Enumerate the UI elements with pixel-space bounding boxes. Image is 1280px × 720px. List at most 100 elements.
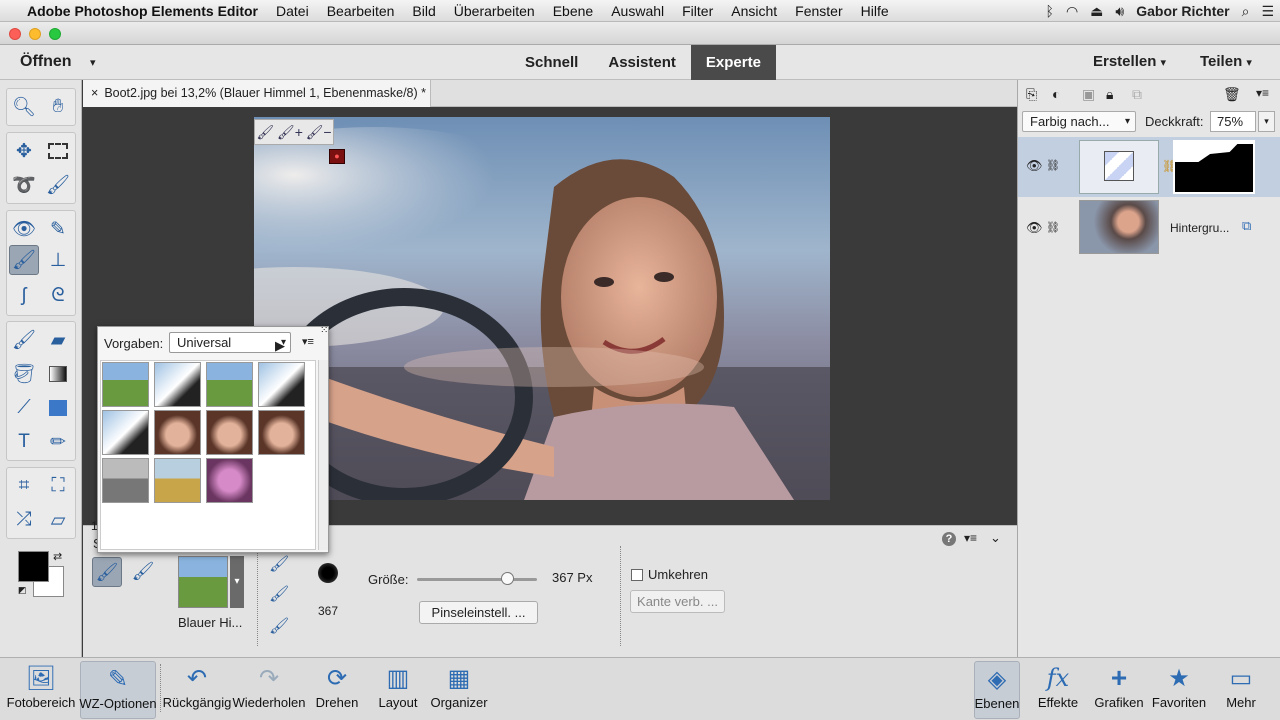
menu-ueberarbeiten[interactable]: Überarbeiten — [445, 3, 544, 19]
opacity-dropdown-icon[interactable]: ▾ — [1258, 111, 1275, 132]
brush-subtract-option-icon[interactable]: 🖌︎ — [269, 616, 289, 636]
adjustment-layer-icon[interactable]: ◐ — [1052, 86, 1060, 102]
bluetooth-icon[interactable]: ᛒ — [1040, 3, 1060, 19]
menu-auswahl[interactable]: Auswahl — [602, 3, 673, 19]
content-aware-move-tool-icon[interactable]: ⤮ — [9, 505, 39, 535]
detail-smart-brush-icon[interactable]: 🖌︎ — [128, 557, 158, 587]
lock-transparency-icon[interactable]: ⧉ — [1132, 86, 1142, 103]
hand-tool-icon[interactable]: ✋︎ — [43, 92, 73, 122]
brush-tip-preview[interactable] — [318, 563, 338, 583]
menu-hilfe[interactable]: Hilfe — [852, 3, 898, 19]
brush-subtract-icon[interactable]: 🖌︎− — [306, 124, 332, 141]
blur-tool-icon[interactable]: ʃ — [9, 281, 39, 311]
document-photo[interactable] — [254, 117, 830, 500]
preset-thumb-bw-tree[interactable] — [102, 458, 149, 503]
new-layer-icon[interactable]: ⎘ — [1026, 86, 1037, 103]
marquee-tool-icon[interactable] — [43, 136, 73, 166]
mode-tab-guided[interactable]: Assistent — [593, 45, 691, 80]
document-tab[interactable]: × Boot2.jpg bei 13,2% (Blauer Himmel 1, E… — [83, 80, 431, 107]
open-button[interactable]: Öffnen ▾ — [20, 53, 96, 71]
zoom-tool-icon[interactable]: 🔍︎ — [9, 92, 39, 122]
zoom-window-button[interactable] — [49, 28, 61, 40]
effects-button[interactable]: fx Effekte — [1034, 661, 1082, 719]
mode-tab-expert[interactable]: Experte — [690, 45, 776, 80]
photo-bin-button[interactable]: 🖼︎ Fotobereich — [6, 661, 76, 719]
shape-tool-icon[interactable] — [43, 393, 73, 423]
preset-dropdown-icon[interactable]: ▾ — [230, 556, 244, 608]
menu-filter[interactable]: Filter — [673, 3, 722, 19]
help-icon[interactable]: ? — [942, 532, 956, 546]
refine-edge-button[interactable]: Kante verb. ... — [630, 590, 725, 613]
menu-fenster[interactable]: Fenster — [786, 3, 851, 19]
size-slider-thumb[interactable] — [501, 572, 514, 585]
presets-select[interactable]: Universal ▾ — [169, 332, 291, 353]
layer-row-background[interactable]: 👁︎ ⛓︎ Hintergru... ⧉ — [1018, 197, 1280, 257]
preset-thumb-tree-field[interactable] — [102, 362, 149, 407]
straighten-tool-icon[interactable]: ▱ — [43, 505, 73, 535]
tool-options-button[interactable]: ✎ WZ-Optionen — [79, 661, 157, 719]
swap-colors-icon[interactable]: ⇄ — [53, 550, 62, 563]
invert-checkbox[interactable] — [631, 569, 643, 581]
move-tool-icon[interactable]: ✥ — [9, 136, 39, 166]
preset-thumb-woman[interactable] — [258, 410, 305, 455]
brush-new-icon[interactable]: 🖌︎ — [269, 554, 289, 574]
preset-thumb-wedding[interactable] — [154, 362, 201, 407]
organizer-button[interactable]: ▦ Organizer — [428, 661, 490, 719]
preset-thumb-woman[interactable] — [206, 410, 253, 455]
menu-bild[interactable]: Bild — [403, 3, 444, 19]
default-colors-icon[interactable]: ◩ — [18, 585, 27, 596]
resize-grip-icon[interactable]: ⁙ — [320, 325, 328, 336]
layer-row-adjustment[interactable]: 👁︎ ⛓︎ ⛓︎ — [1018, 137, 1280, 197]
app-menu[interactable]: Adobe Photoshop Elements Editor — [18, 3, 267, 19]
share-button[interactable]: Teilen ▾ — [1200, 53, 1252, 70]
presets-menu-icon[interactable]: ▾≡ — [302, 335, 314, 348]
gradient-tool-icon[interactable] — [43, 359, 73, 389]
eyedropper-tool-icon[interactable]: ⟋ — [9, 393, 39, 423]
menu-ansicht[interactable]: Ansicht — [722, 3, 786, 19]
eye-icon[interactable]: 👁︎ — [1026, 220, 1043, 236]
brush-settings-button[interactable]: Pinseleinstell. ... — [419, 601, 538, 624]
size-slider-track[interactable] — [417, 572, 537, 585]
rotate-button[interactable]: ⟳ Drehen — [310, 661, 364, 719]
layer-mask-icon[interactable]: ▣ — [1082, 86, 1095, 103]
spot-healing-tool-icon[interactable]: ✎ — [43, 214, 73, 244]
preset-thumb-woman[interactable] — [154, 410, 201, 455]
brush-icon[interactable]: 🖌︎ — [256, 124, 274, 141]
smart-brush-option-icon[interactable]: 🖌︎ — [92, 557, 122, 587]
type-tool-icon[interactable]: T — [9, 427, 39, 457]
menu-bearbeiten[interactable]: Bearbeiten — [318, 3, 404, 19]
opacity-input[interactable]: 75% — [1210, 111, 1256, 132]
crop-tool-icon[interactable]: ⌗ — [9, 471, 39, 501]
eye-icon[interactable]: 👁︎ — [1026, 158, 1043, 174]
more-button[interactable]: ▭ Mehr — [1218, 661, 1264, 719]
favorites-button[interactable]: ★ Favoriten — [1150, 661, 1208, 719]
notification-icon[interactable]: ☰ — [1255, 3, 1280, 20]
preset-thumbnail[interactable] — [178, 556, 228, 608]
layers-button[interactable]: ◈ Ebenen — [974, 661, 1020, 719]
layout-button[interactable]: ▥ Layout — [372, 661, 424, 719]
foreground-color-swatch[interactable] — [18, 551, 49, 582]
link-icon[interactable]: ⛓︎ — [1046, 159, 1060, 172]
preset-thumb-wedding[interactable] — [102, 410, 149, 455]
eraser-tool-icon[interactable]: ▰ — [43, 325, 73, 355]
wifi-icon[interactable]: ◠ — [1060, 3, 1084, 20]
options-menu-icon[interactable]: ▾≡ — [964, 531, 977, 545]
link-icon[interactable]: ⛓︎ — [1046, 221, 1060, 234]
create-button[interactable]: Erstellen ▾ — [1093, 53, 1166, 70]
lock-icon[interactable]: 🔒︎ — [1106, 86, 1113, 103]
volume-icon[interactable]: 🔊︎ — [1109, 3, 1130, 20]
collapse-options-icon[interactable]: ⌄ — [990, 530, 1001, 546]
preset-thumb-rose[interactable] — [206, 458, 253, 503]
graphics-button[interactable]: + Grafiken — [1092, 661, 1146, 719]
brush-add-icon[interactable]: 🖌︎+ — [277, 124, 303, 141]
brush-tool-icon[interactable]: 🖌︎ — [9, 325, 39, 355]
close-tab-icon[interactable]: × — [91, 86, 98, 100]
brush-add-option-icon[interactable]: 🖌︎ — [269, 584, 289, 604]
close-window-button[interactable] — [9, 28, 21, 40]
menu-ebene[interactable]: Ebene — [544, 3, 602, 19]
mode-tab-quick[interactable]: Schnell — [510, 45, 593, 80]
layer-mask-thumb[interactable] — [1173, 140, 1255, 194]
menu-datei[interactable]: Datei — [267, 3, 318, 19]
sponge-tool-icon[interactable]: ᘓ — [43, 281, 73, 311]
presets-scrollbar[interactable] — [318, 360, 328, 550]
